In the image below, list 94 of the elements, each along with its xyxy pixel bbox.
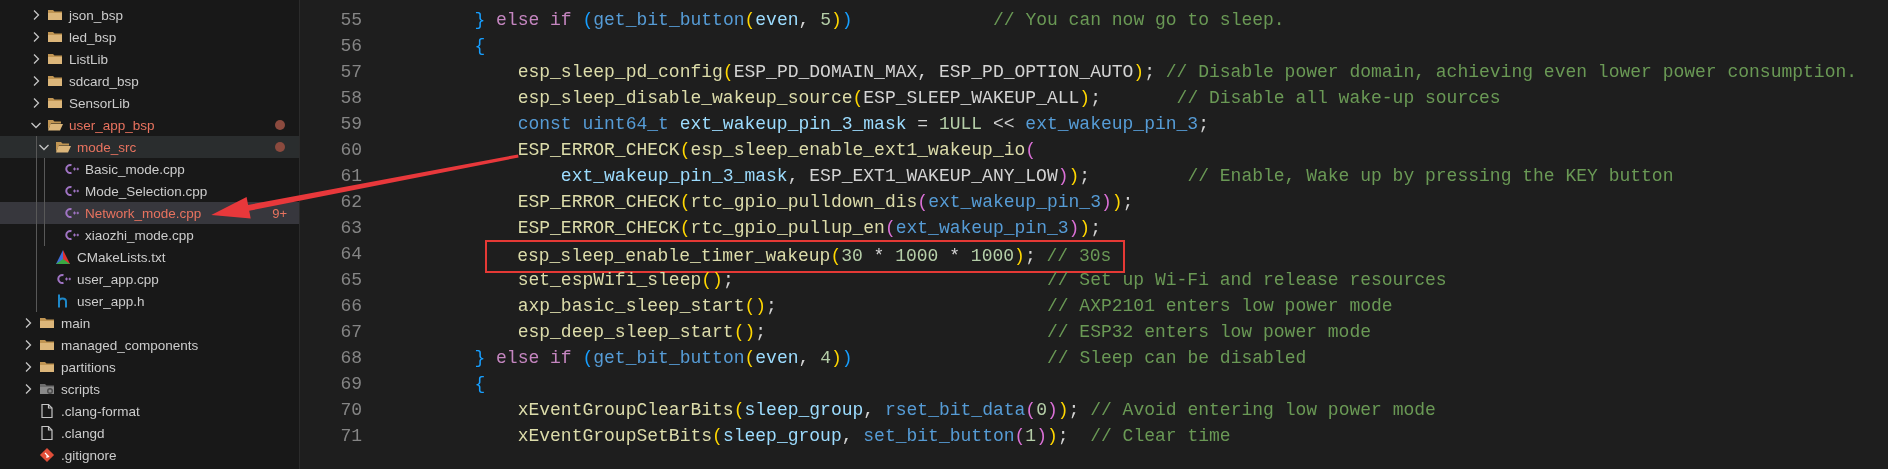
file-name: user_app.cpp	[77, 271, 159, 287]
folder-item[interactable]: partitions	[0, 356, 299, 378]
file-name: .clangd	[61, 425, 105, 441]
file-name: scripts	[61, 381, 100, 397]
folder-icon	[47, 95, 63, 111]
code-line: axp_basic_sleep_start(); // AXP2101 enters low power mode	[517, 295, 1393, 318]
folder-item[interactable]: scripts	[0, 378, 299, 400]
file-name: CMakeLists.txt	[77, 249, 166, 265]
folder-icon	[47, 29, 63, 45]
file-item[interactable]: CMakeLists.txt	[0, 246, 299, 268]
file-item[interactable]: .clang-format	[0, 400, 299, 422]
line-number: 68	[339, 348, 362, 368]
file-name: .clang-format	[61, 403, 140, 419]
code-line: xEventGroupSetBits(sleep_group, set_bit_button(1)); // Clear time	[517, 425, 1231, 448]
file-name: sdcard_bsp	[69, 73, 139, 89]
folder-item[interactable]: user_app_bsp	[0, 114, 299, 136]
line-number: 60	[339, 140, 362, 160]
code-line: esp_sleep_pd_config(ESP_PD_DOMAIN_MAX, ESP_PD_OPTION_AUTO); // Disable power domain, achieving even lower power consumption.	[517, 61, 1858, 84]
code-line: xEventGroupClearBits(sleep_group, rset_bit_data(0)); // Avoid entering low power mode	[517, 399, 1436, 422]
line-number: 63	[339, 218, 362, 238]
file-name: Network_mode.cpp	[85, 205, 202, 221]
folder-item[interactable]: ListLib	[0, 48, 299, 70]
cpp-file-icon	[63, 183, 79, 199]
folder-item[interactable]: led_bsp	[0, 26, 299, 48]
file-item[interactable]: Basic_mode.cpp	[0, 158, 299, 180]
file-name: SensorLib	[69, 95, 130, 111]
cpp-file-icon	[55, 271, 71, 287]
folder-icon	[47, 117, 63, 133]
folder-item[interactable]: json_bsp	[0, 4, 299, 26]
file-name: Mode_Selection.cpp	[85, 183, 208, 199]
file-name: .gitignore	[61, 447, 117, 463]
line-number: 69	[339, 374, 362, 394]
folder-icon	[55, 139, 71, 155]
line-number: 55	[339, 10, 362, 30]
folder-item[interactable]: main	[0, 312, 299, 334]
line-number: 59	[339, 114, 362, 134]
file-icon	[39, 425, 55, 441]
file-name: ListLib	[69, 51, 109, 67]
cpp-file-icon	[63, 161, 79, 177]
folder-item[interactable]: SensorLib	[0, 92, 299, 114]
code-line: } else if (get_bit_button(even, 5)) // You can now go to sleep.	[474, 9, 1285, 32]
file-name: xiaozhi_mode.cpp	[85, 227, 194, 243]
folder-item[interactable]: managed_components	[0, 334, 299, 356]
code-line: ESP_ERROR_CHECK(esp_sleep_enable_ext1_wakeup_io(	[517, 139, 1037, 162]
file-name: json_bsp	[69, 7, 124, 23]
folder-icon	[47, 7, 63, 23]
triangle-icon	[55, 249, 71, 265]
line-number: 61	[339, 166, 362, 186]
cpp-file-icon	[63, 205, 79, 221]
folder-icon	[47, 51, 63, 67]
line-number: 58	[339, 88, 362, 108]
cpp-file-icon	[63, 227, 79, 243]
folder-item[interactable]: mode_src	[0, 136, 299, 158]
code-line: ext_wakeup_pin_3_mask, ESP_EXT1_WAKEUP_ANY_LOW)); // Enable, Wake up by pressing the KEY button	[560, 165, 1674, 188]
file-item[interactable]: .gitignore	[0, 444, 299, 466]
line-number: 65	[339, 270, 362, 290]
file-item[interactable]: Network_mode.cpp 9+	[0, 202, 299, 224]
folder-icon	[39, 337, 55, 353]
code-line: const uint64_t ext_wakeup_pin_3_mask = 1ULL << ext_wakeup_pin_3;	[517, 113, 1209, 136]
folder-icon	[39, 315, 55, 331]
file-item[interactable]: Mode_Selection.cpp	[0, 180, 299, 202]
line-number: 57	[339, 62, 362, 82]
code-line: {	[474, 373, 486, 396]
file-item[interactable]: user_app.h	[0, 290, 299, 312]
file-name: main	[61, 315, 91, 331]
file-icon	[39, 403, 55, 419]
line-number: 64	[339, 244, 362, 264]
line-number: 70	[339, 400, 362, 420]
gear-folder-icon	[39, 381, 55, 397]
code-line: ESP_ERROR_CHECK(rtc_gpio_pulldown_dis(ext_wakeup_pin_3));	[517, 191, 1134, 214]
line-number: 62	[339, 192, 362, 212]
folder-icon	[47, 73, 63, 89]
code-line: esp_deep_sleep_start(); // ESP32 enters low power mode	[517, 321, 1371, 344]
problem-count: 9+	[272, 205, 287, 221]
file-name: Basic_mode.cpp	[85, 161, 185, 177]
folder-item[interactable]: sdcard_bsp	[0, 70, 299, 92]
file-item[interactable]: xiaozhi_mode.cpp	[0, 224, 299, 246]
code-line: {	[474, 35, 486, 58]
file-name: partitions	[61, 359, 116, 375]
line-number: 66	[339, 296, 362, 316]
line-number: 56	[339, 36, 362, 56]
code-line: esp_sleep_disable_wakeup_source(ESP_SLEEP_WAKEUP_ALL); // Disable all wake-up sources	[517, 87, 1501, 110]
folder-icon	[39, 359, 55, 375]
code-line: ESP_ERROR_CHECK(rtc_gpio_pullup_en(ext_wakeup_pin_3));	[517, 217, 1101, 240]
code-line: } else if (get_bit_button(even, 4)) // Sleep can be disabled	[474, 347, 1307, 370]
file-item[interactable]: .clangd	[0, 422, 299, 444]
file-name: mode_src	[77, 139, 137, 155]
file-name: led_bsp	[69, 29, 117, 45]
line-number: 71	[339, 426, 362, 446]
file-name: user_app.h	[77, 293, 145, 309]
file-name: user_app_bsp	[69, 117, 155, 133]
file-name: managed_components	[61, 337, 199, 353]
file-item[interactable]: user_app.cpp	[0, 268, 299, 290]
line-number: 67	[339, 322, 362, 342]
